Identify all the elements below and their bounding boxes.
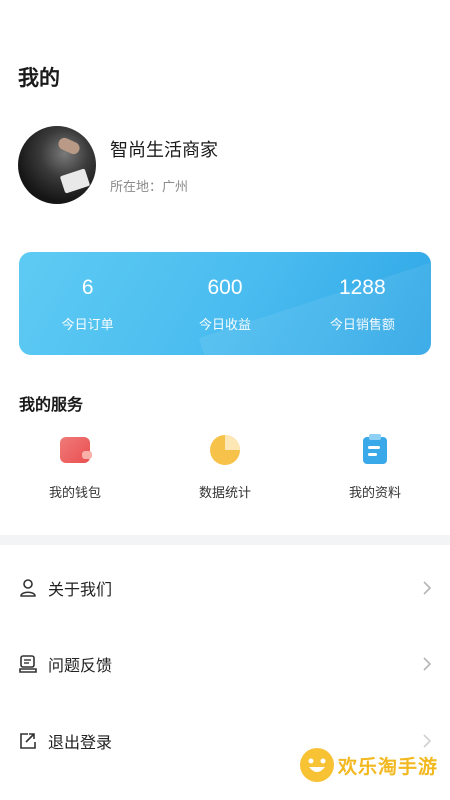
services-grid: 我的钱包 数据统计 我的资料 xyxy=(0,432,450,501)
stat-value: 1288 xyxy=(338,276,386,299)
smiley-logo-icon xyxy=(300,748,334,782)
profile-section[interactable]: 智尚生活商家 所在地：广州 xyxy=(18,126,218,204)
wallet-icon xyxy=(58,432,92,466)
logout-icon xyxy=(20,733,36,749)
services-title: 我的服务 xyxy=(19,395,84,414)
clipboard-icon xyxy=(358,432,392,466)
menu-item-feedback[interactable]: 问题反馈 xyxy=(0,626,450,702)
shop-name: 智尚生活商家 xyxy=(110,139,218,161)
stats-card: 6 今日订单 600 今日收益 1288 今日销售额 xyxy=(19,252,431,355)
location-text: 所在地：广州 xyxy=(110,179,189,195)
page-title: 我的 xyxy=(18,66,60,90)
feedback-icon xyxy=(19,655,37,673)
service-label: 数据统计 xyxy=(198,486,251,501)
stat-label: 今日订单 xyxy=(61,318,114,333)
menu-item-about-us[interactable]: 关于我们 xyxy=(0,550,450,626)
chevron-right-icon xyxy=(423,581,432,595)
stat-today-orders[interactable]: 6 今日订单 xyxy=(19,252,156,355)
avatar[interactable] xyxy=(18,126,96,204)
menu-label: 问题反馈 xyxy=(48,656,113,675)
service-statistics[interactable]: 数据统计 xyxy=(150,432,300,501)
user-icon xyxy=(20,579,36,597)
service-wallet[interactable]: 我的钱包 xyxy=(0,432,150,501)
watermark-text: 欢乐淘手游 xyxy=(338,755,439,778)
chevron-right-icon xyxy=(423,657,432,671)
service-profile[interactable]: 我的资料 xyxy=(300,432,450,501)
menu-label: 退出登录 xyxy=(48,733,113,752)
stat-value: 6 xyxy=(81,276,94,299)
service-label: 我的钱包 xyxy=(48,486,101,501)
stat-value: 600 xyxy=(207,276,243,299)
chevron-right-icon xyxy=(423,734,432,748)
stat-label: 今日销售额 xyxy=(329,318,395,333)
service-label: 我的资料 xyxy=(348,486,401,501)
stat-today-income[interactable]: 600 今日收益 xyxy=(156,252,293,355)
pie-chart-icon xyxy=(208,432,242,466)
section-divider xyxy=(0,535,450,545)
watermark: 欢乐淘手游 xyxy=(300,748,438,782)
stat-label: 今日收益 xyxy=(198,318,251,333)
stat-today-sales[interactable]: 1288 今日销售额 xyxy=(294,252,431,355)
menu-label: 关于我们 xyxy=(48,580,113,599)
